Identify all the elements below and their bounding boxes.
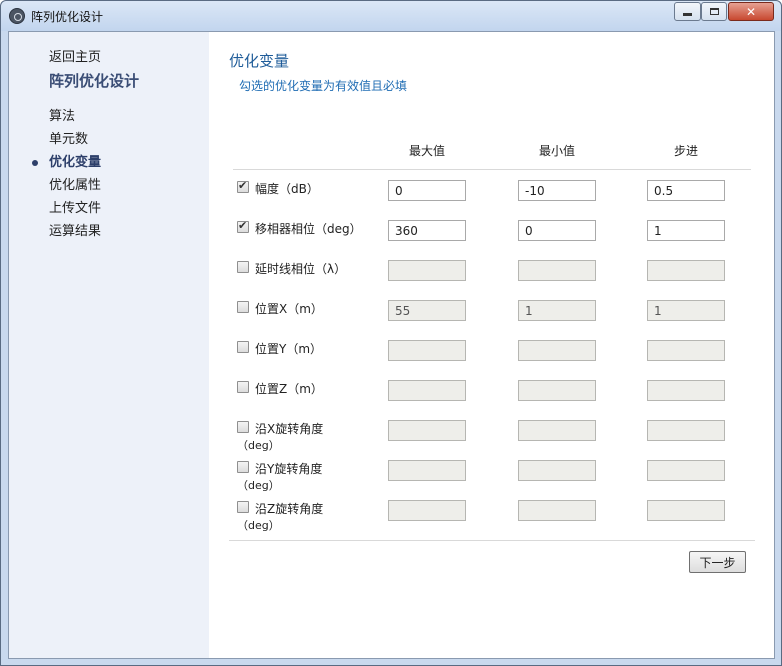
variable-row: 移相器相位（deg） bbox=[209, 219, 775, 250]
min-value-input[interactable] bbox=[518, 300, 596, 321]
column-header-step: 步进 bbox=[673, 144, 698, 158]
max-value-input[interactable] bbox=[388, 420, 466, 441]
max-value-input[interactable] bbox=[388, 460, 466, 481]
window-title: 阵列优化设计 bbox=[31, 10, 104, 24]
sidebar-item-label: 单元数 bbox=[49, 132, 89, 147]
variable-checkbox[interactable] bbox=[237, 341, 249, 353]
max-value-input[interactable] bbox=[388, 260, 466, 281]
variable-label: 位置Y（m） bbox=[255, 342, 323, 356]
page-title: 优化变量 bbox=[229, 52, 290, 70]
variable-label: 沿X旋转角度 bbox=[255, 422, 324, 436]
variable-checkbox[interactable] bbox=[237, 261, 249, 273]
step-value-input[interactable] bbox=[647, 380, 725, 401]
variable-label: 移相器相位（deg） bbox=[255, 222, 362, 236]
min-value-input[interactable] bbox=[518, 220, 596, 241]
client-area: 返回主页 阵列优化设计 算法 单元数 优化变量 优化属性 上传文件 运算结果 优化变量 勾… bbox=[8, 31, 775, 659]
sidebar-item-3[interactable]: 优化属性 bbox=[49, 174, 101, 197]
sidebar-item-label: 算法 bbox=[49, 109, 76, 124]
min-value-input[interactable] bbox=[518, 460, 596, 481]
back-home-link[interactable]: 返回主页 bbox=[49, 46, 101, 65]
variable-row: 沿X旋转角度 （deg） bbox=[209, 420, 775, 452]
variable-label: 位置X（m） bbox=[255, 302, 323, 316]
step-value-input[interactable] bbox=[647, 220, 725, 241]
max-value-input[interactable] bbox=[388, 300, 466, 321]
header-divider bbox=[233, 169, 751, 170]
next-step-button[interactable]: 下一步 bbox=[689, 551, 746, 573]
variable-checkbox[interactable] bbox=[237, 461, 249, 473]
variable-row: 延时线相位（λ） bbox=[209, 260, 775, 290]
column-header-min: 最小值 bbox=[538, 144, 575, 158]
max-value-input[interactable] bbox=[388, 340, 466, 361]
step-value-input[interactable] bbox=[647, 420, 725, 441]
variable-checkbox[interactable] bbox=[237, 219, 249, 233]
step-value-input[interactable] bbox=[647, 340, 725, 361]
min-value-input[interactable] bbox=[518, 420, 596, 441]
variable-unit-label: （deg） bbox=[237, 439, 280, 452]
min-value-input[interactable] bbox=[518, 180, 596, 201]
variable-checkbox[interactable] bbox=[237, 179, 249, 193]
variable-unit-label: （deg） bbox=[237, 479, 280, 492]
step-value-input[interactable] bbox=[647, 460, 725, 481]
sidebar-title: 阵列优化设计 bbox=[49, 72, 140, 90]
sidebar-item-label: 优化变量 bbox=[49, 155, 102, 170]
sidebar: 返回主页 阵列优化设计 算法单元数优化变量优化属性上传文件运算结果 bbox=[9, 32, 209, 658]
variable-unit-label: （deg） bbox=[237, 519, 280, 532]
variable-checkbox[interactable] bbox=[237, 501, 249, 513]
variable-row: 幅度（dB） bbox=[209, 179, 775, 210]
variable-row: 沿Z旋转角度 （deg） bbox=[209, 500, 775, 532]
sidebar-item-1[interactable]: 单元数 bbox=[49, 128, 101, 151]
sidebar-nav: 算法单元数优化变量优化属性上传文件运算结果 bbox=[32, 105, 102, 243]
title-bar: 阵列优化设计 ✕ bbox=[1, 1, 781, 31]
sidebar-item-2[interactable]: 优化变量 bbox=[32, 151, 102, 174]
step-value-input[interactable] bbox=[647, 260, 725, 281]
close-button[interactable]: ✕ bbox=[728, 2, 774, 21]
step-value-input[interactable] bbox=[647, 300, 725, 321]
variable-row: 位置Z（m） bbox=[209, 380, 775, 410]
app-window: 阵列优化设计 ✕ 返回主页 阵列优化设计 算法 单元数 优化变量 优化属性 上传文件 运算… bbox=[0, 0, 782, 666]
sidebar-item-4[interactable]: 上传文件 bbox=[49, 197, 101, 220]
minimize-icon bbox=[683, 12, 692, 16]
variable-label: 延时线相位（λ） bbox=[255, 262, 347, 276]
sidebar-item-label: 运算结果 bbox=[49, 224, 102, 239]
variable-row: 沿Y旋转角度 （deg） bbox=[209, 460, 775, 492]
step-value-input[interactable] bbox=[647, 500, 725, 521]
close-icon: ✕ bbox=[745, 4, 757, 19]
sidebar-item-5[interactable]: 运算结果 bbox=[49, 220, 101, 243]
maximize-button[interactable] bbox=[701, 2, 727, 21]
max-value-input[interactable] bbox=[388, 220, 466, 241]
variable-label: 沿Y旋转角度 bbox=[255, 462, 323, 476]
variable-checkbox[interactable] bbox=[237, 421, 249, 433]
variable-label: 幅度（dB） bbox=[255, 182, 319, 196]
app-icon bbox=[9, 8, 25, 24]
min-value-input[interactable] bbox=[518, 500, 596, 521]
min-value-input[interactable] bbox=[518, 340, 596, 361]
max-value-input[interactable] bbox=[388, 380, 466, 401]
variable-checkbox[interactable] bbox=[237, 381, 249, 393]
active-bullet-icon bbox=[32, 160, 38, 166]
min-value-input[interactable] bbox=[518, 380, 596, 401]
step-value-input[interactable] bbox=[647, 180, 725, 201]
sidebar-item-label: 上传文件 bbox=[49, 201, 102, 216]
page-subtitle: 勾选的优化变量为有效值且必填 bbox=[239, 79, 408, 93]
sidebar-item-label: 优化属性 bbox=[49, 178, 102, 193]
variable-row: 位置X（m） bbox=[209, 300, 775, 330]
main-panel: 优化变量 勾选的优化变量为有效值且必填 最大值 最小值 步进 幅度（dB） 移相器… bbox=[209, 32, 775, 658]
column-header-max: 最大值 bbox=[408, 144, 445, 158]
variable-checkbox[interactable] bbox=[237, 301, 249, 313]
variable-label: 位置Z（m） bbox=[255, 382, 323, 396]
variable-row: 位置Y（m） bbox=[209, 340, 775, 370]
variable-label: 沿Z旋转角度 bbox=[255, 502, 324, 516]
footer-divider bbox=[229, 540, 755, 541]
min-value-input[interactable] bbox=[518, 260, 596, 281]
sidebar-item-0[interactable]: 算法 bbox=[49, 105, 101, 128]
max-value-input[interactable] bbox=[388, 180, 466, 201]
maximize-icon bbox=[709, 8, 719, 15]
minimize-button[interactable] bbox=[674, 2, 701, 21]
max-value-input[interactable] bbox=[388, 500, 466, 521]
